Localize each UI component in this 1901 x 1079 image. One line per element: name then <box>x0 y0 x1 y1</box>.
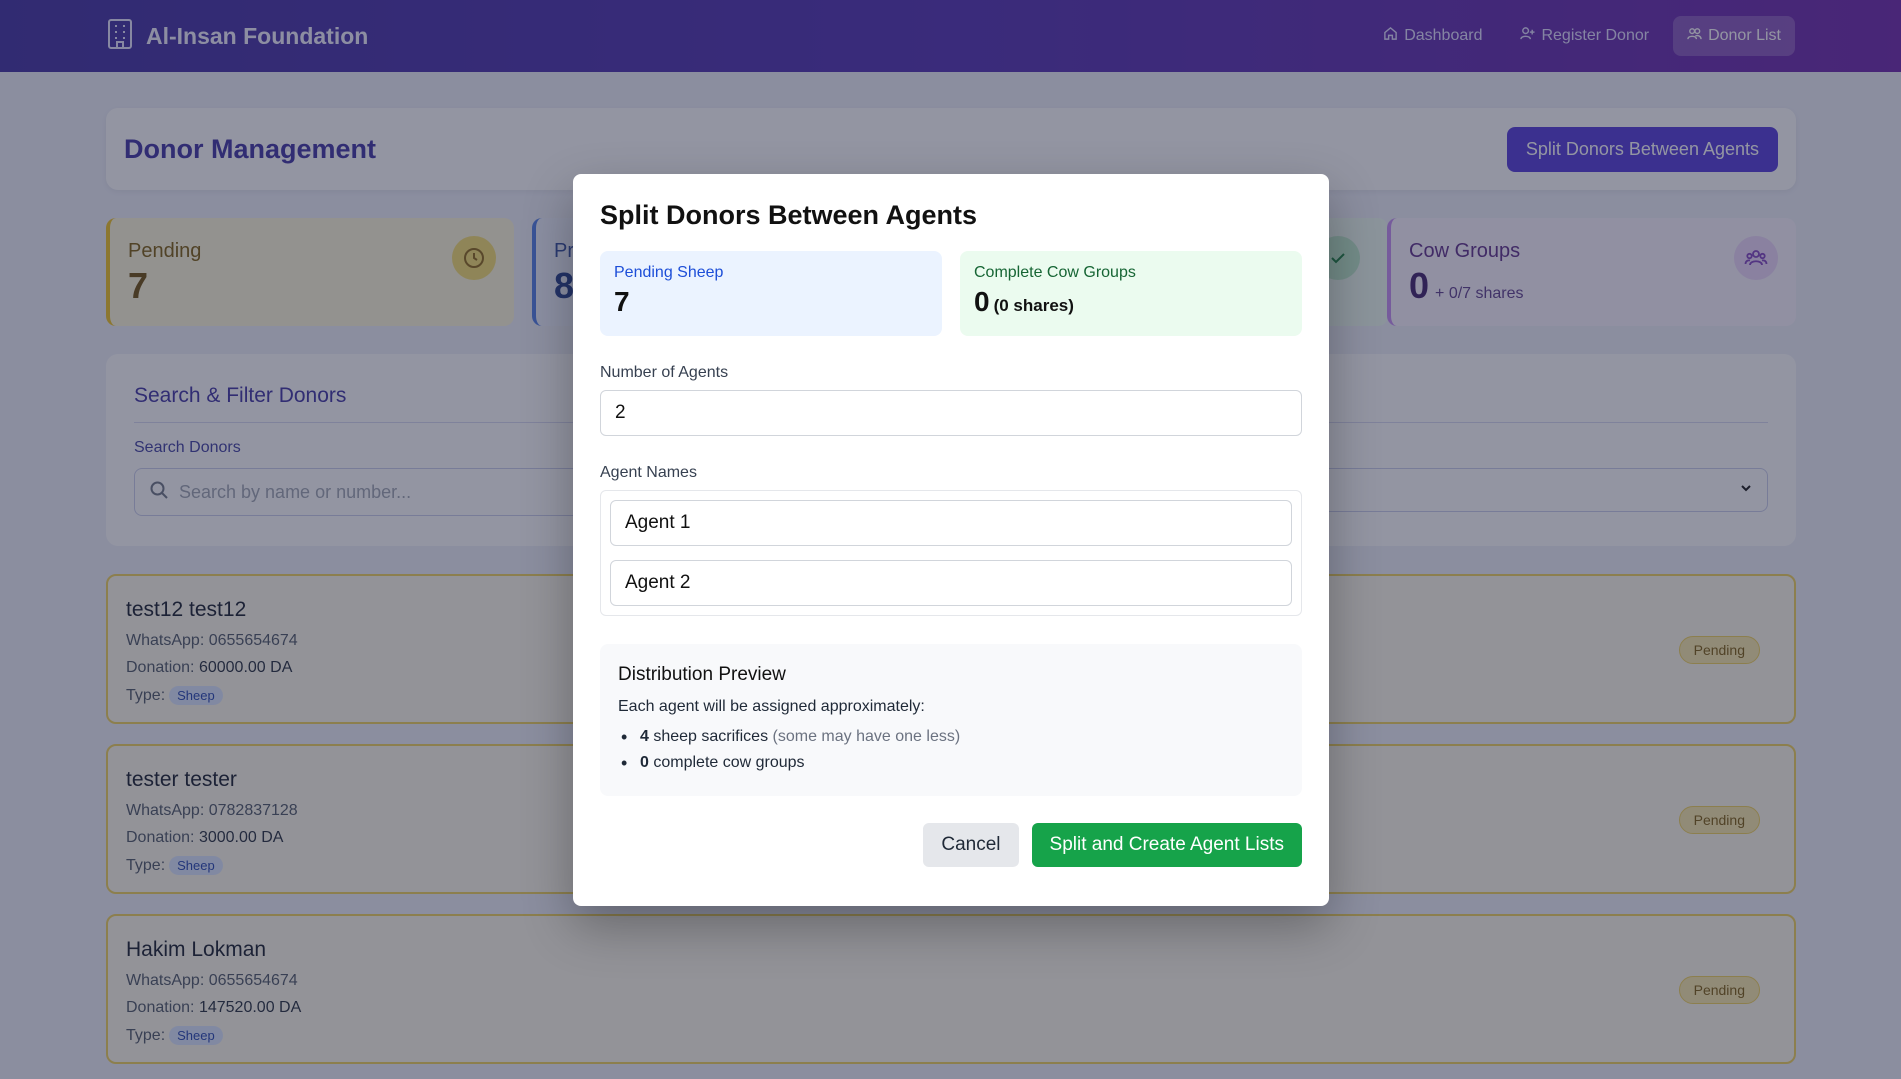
split-and-create-button[interactable]: Split and Create Agent Lists <box>1031 823 1302 867</box>
modal-title: Split Donors Between Agents <box>600 200 978 230</box>
preview-title: Distribution Preview <box>618 664 786 685</box>
split-donors-modal: Split Donors Between Agents Pending Shee… <box>573 174 1329 906</box>
modal-actions: Cancel Split and Create Agent Lists <box>600 823 1302 867</box>
pending-sheep-box: Pending Sheep 7 <box>600 251 942 336</box>
cancel-button[interactable]: Cancel <box>923 823 1019 867</box>
pending-sheep-value: 7 <box>614 286 630 317</box>
agent-name-input[interactable]: Agent 1 <box>610 500 1292 546</box>
distribution-preview: Distribution Preview Each agent will be … <box>600 644 1302 796</box>
preview-text: Each agent will be assigned approximatel… <box>618 698 925 715</box>
agents-count-input[interactable]: 2 <box>600 390 1302 436</box>
agents-count-label: Number of Agents <box>600 364 729 381</box>
cow-groups-box: Complete Cow Groups 0 (0 shares) <box>960 251 1302 336</box>
pending-sheep-label: Pending Sheep <box>614 264 724 281</box>
preview-list: 4 sheep sacrifices (some may have one le… <box>618 727 1284 774</box>
cow-groups-sub: (0 shares) <box>993 296 1074 315</box>
agent-names-label: Agent Names <box>600 464 697 481</box>
cow-groups-label: Complete Cow Groups <box>974 264 1136 281</box>
preview-sheep-item: 4 sheep sacrifices (some may have one le… <box>618 727 1284 748</box>
cow-groups-value: 0 <box>974 286 990 317</box>
preview-cow-item: 0 complete cow groups <box>618 753 1284 774</box>
modal-summary: Pending Sheep 7 Complete Cow Groups 0 (0 … <box>600 251 1302 336</box>
agent-name-input[interactable]: Agent 2 <box>610 560 1292 606</box>
agent-names-list: Agent 1 Agent 2 <box>600 490 1302 616</box>
